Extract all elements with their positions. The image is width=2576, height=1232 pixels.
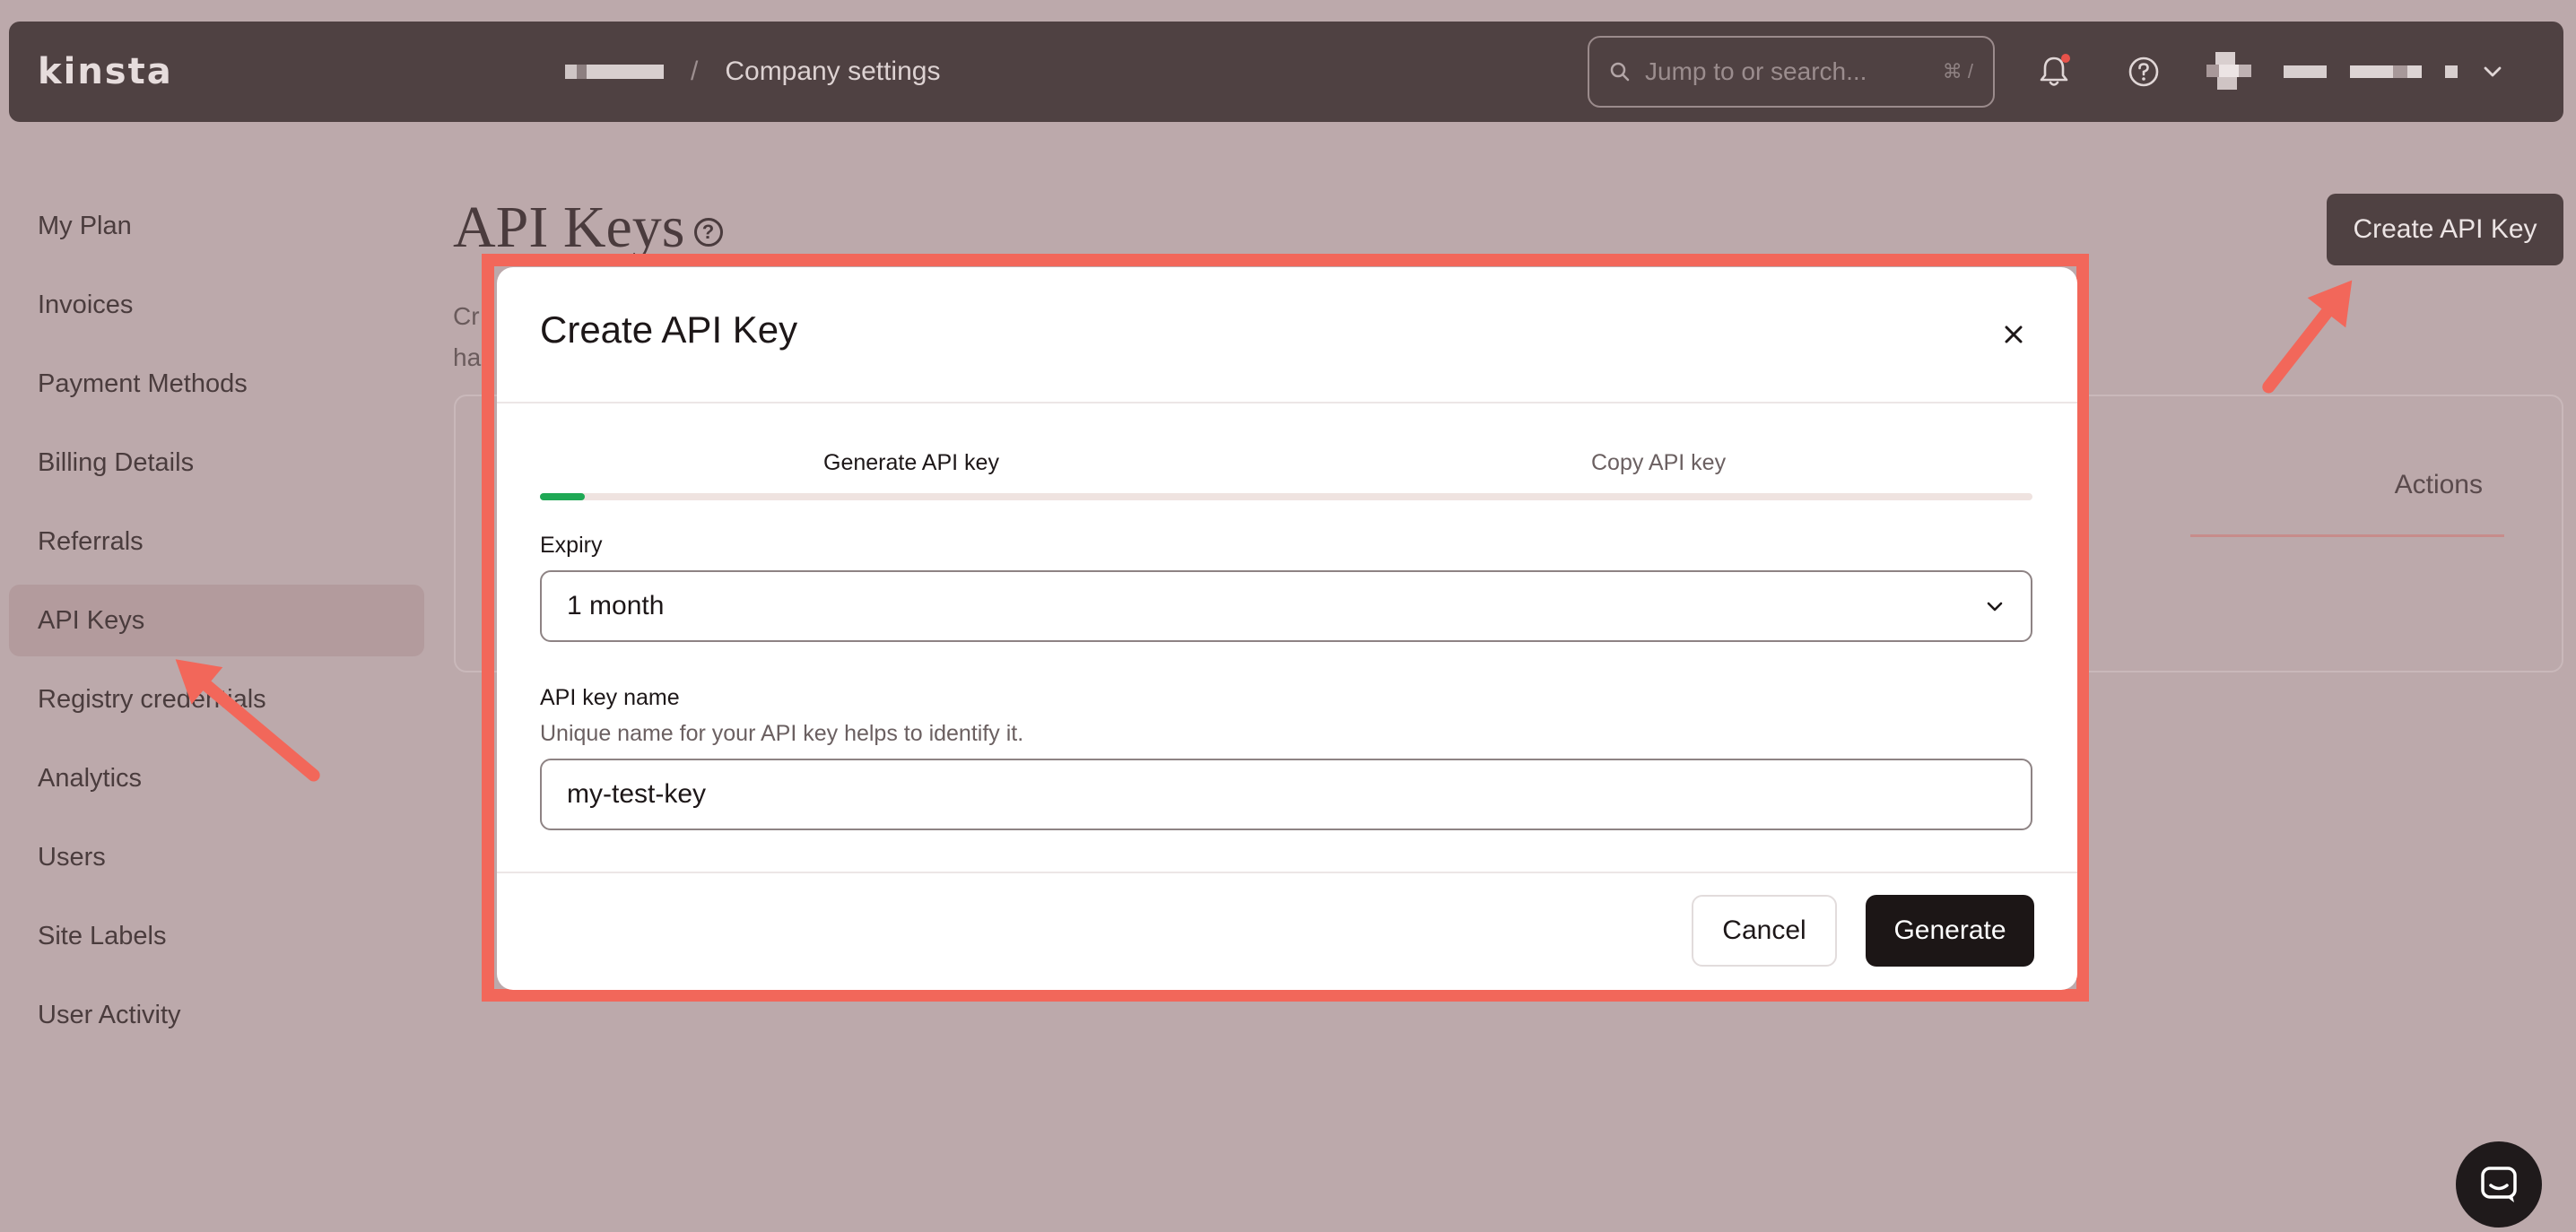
search-shortcut: ⌘ / xyxy=(1942,60,1973,82)
modal-header-divider xyxy=(497,402,2077,403)
sidebar-item-user-activity[interactable]: User Activity xyxy=(9,979,424,1051)
chevron-down-icon xyxy=(2484,66,2502,77)
annotation-arrow-create-button xyxy=(2259,289,2347,396)
top-bar: kinsta / Company settings Jump to or sea… xyxy=(9,22,2563,122)
account-meta-redacted xyxy=(2445,65,2458,78)
help-icon xyxy=(2128,56,2159,87)
sidebar-item-site-labels[interactable]: Site Labels xyxy=(9,900,424,972)
search-input[interactable]: Jump to or search... xyxy=(1645,57,1867,86)
expiry-selected-value: 1 month xyxy=(567,591,665,620)
step-generate-api-key: Generate API key xyxy=(823,450,999,475)
sidebar-item-referrals[interactable]: Referrals xyxy=(9,506,424,577)
settings-sidebar: My Plan Invoices Payment Methods Billing… xyxy=(9,190,424,1058)
api-key-name-label: API key name xyxy=(540,685,680,710)
account-name-redacted xyxy=(2284,65,2327,78)
sidebar-item-analytics[interactable]: Analytics xyxy=(9,742,424,814)
expiry-select[interactable]: 1 month xyxy=(540,570,2032,642)
sidebar-item-payment-methods[interactable]: Payment Methods xyxy=(9,348,424,420)
sidebar-item-invoices[interactable]: Invoices xyxy=(9,269,424,341)
sidebar-item-api-keys[interactable]: API Keys xyxy=(9,585,424,656)
account-menu[interactable] xyxy=(2206,47,2504,97)
breadcrumb: / Company settings xyxy=(565,47,940,97)
table-header-actions: Actions xyxy=(2394,470,2483,499)
step-copy-api-key: Copy API key xyxy=(1591,450,1727,475)
create-api-key-modal: Create API Key Generate API key Copy API… xyxy=(497,267,2077,990)
table-header-divider xyxy=(2190,534,2504,537)
notification-dot xyxy=(2061,54,2070,63)
sidebar-item-users[interactable]: Users xyxy=(9,821,424,893)
breadcrumb-current: Company settings xyxy=(725,56,941,86)
breadcrumb-company-redacted[interactable] xyxy=(565,65,664,79)
create-api-key-button[interactable]: Create API Key xyxy=(2327,194,2563,265)
notifications-button[interactable] xyxy=(2029,47,2079,97)
search-icon xyxy=(1610,62,1630,82)
step-progress-bar xyxy=(540,493,2032,500)
expiry-label: Expiry xyxy=(540,533,603,558)
sidebar-item-my-plan[interactable]: My Plan xyxy=(9,190,424,262)
help-button[interactable] xyxy=(2119,47,2169,97)
account-company-redacted xyxy=(2350,65,2422,78)
modal-title: Create API Key xyxy=(540,308,798,351)
help-icon[interactable]: ? xyxy=(693,218,723,247)
chat-icon xyxy=(2481,1167,2517,1202)
search-box[interactable]: Jump to or search... ⌘ / xyxy=(1588,36,1995,108)
step-progress-fill xyxy=(540,493,585,500)
support-chat-button[interactable] xyxy=(2456,1141,2542,1228)
generate-button[interactable]: Generate xyxy=(1866,895,2034,967)
chevron-down-icon xyxy=(1987,602,2003,612)
cancel-button[interactable]: Cancel xyxy=(1692,895,1837,967)
breadcrumb-separator: / xyxy=(691,56,699,86)
kinsta-logo[interactable]: kinsta xyxy=(38,47,173,97)
page-title-text: API Keys xyxy=(453,195,685,260)
api-key-name-hint: Unique name for your API key helps to id… xyxy=(540,721,1024,746)
sidebar-item-billing-details[interactable]: Billing Details xyxy=(9,427,424,499)
modal-footer-divider xyxy=(497,872,2077,873)
close-icon[interactable] xyxy=(2000,321,2027,348)
api-key-name-input[interactable]: my-test-key xyxy=(540,759,2032,830)
api-key-name-value: my-test-key xyxy=(567,779,707,809)
page-title: API Keys ? xyxy=(453,194,723,262)
avatar xyxy=(2206,52,2260,91)
